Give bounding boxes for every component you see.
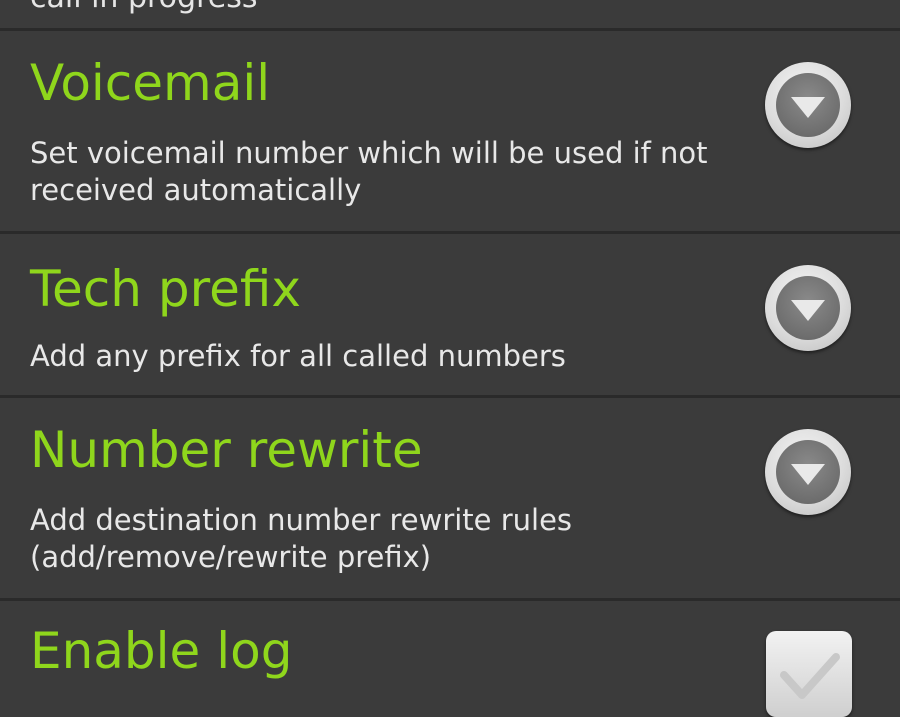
dropdown-icon[interactable] bbox=[765, 62, 851, 148]
dropdown-icon[interactable] bbox=[765, 265, 851, 351]
setting-title: Tech prefix bbox=[30, 260, 301, 318]
setting-number-rewrite[interactable]: Number rewrite Add destination number re… bbox=[0, 398, 900, 601]
setting-title: Voicemail bbox=[30, 54, 271, 112]
setting-enable-log[interactable]: Enable log bbox=[0, 601, 900, 717]
checkbox-icon[interactable] bbox=[766, 631, 852, 717]
list-item-partial[interactable]: call in progress bbox=[0, 0, 900, 31]
setting-voicemail[interactable]: Voicemail Set voicemail number which wil… bbox=[0, 31, 900, 234]
dropdown-icon[interactable] bbox=[765, 429, 851, 515]
setting-summary: Add destination number rewrite rules (ad… bbox=[30, 503, 573, 574]
settings-list: call in progress Voicemail Set voicemail… bbox=[0, 0, 900, 717]
setting-tech-prefix[interactable]: Tech prefix Add any prefix for all calle… bbox=[0, 234, 900, 398]
setting-summary: Set voicemail number which will be used … bbox=[30, 136, 708, 207]
setting-summary: Add any prefix for all called numbers bbox=[30, 339, 566, 373]
setting-title: Enable log bbox=[30, 622, 293, 680]
partial-summary: call in progress bbox=[30, 0, 257, 15]
setting-title: Number rewrite bbox=[30, 421, 423, 479]
